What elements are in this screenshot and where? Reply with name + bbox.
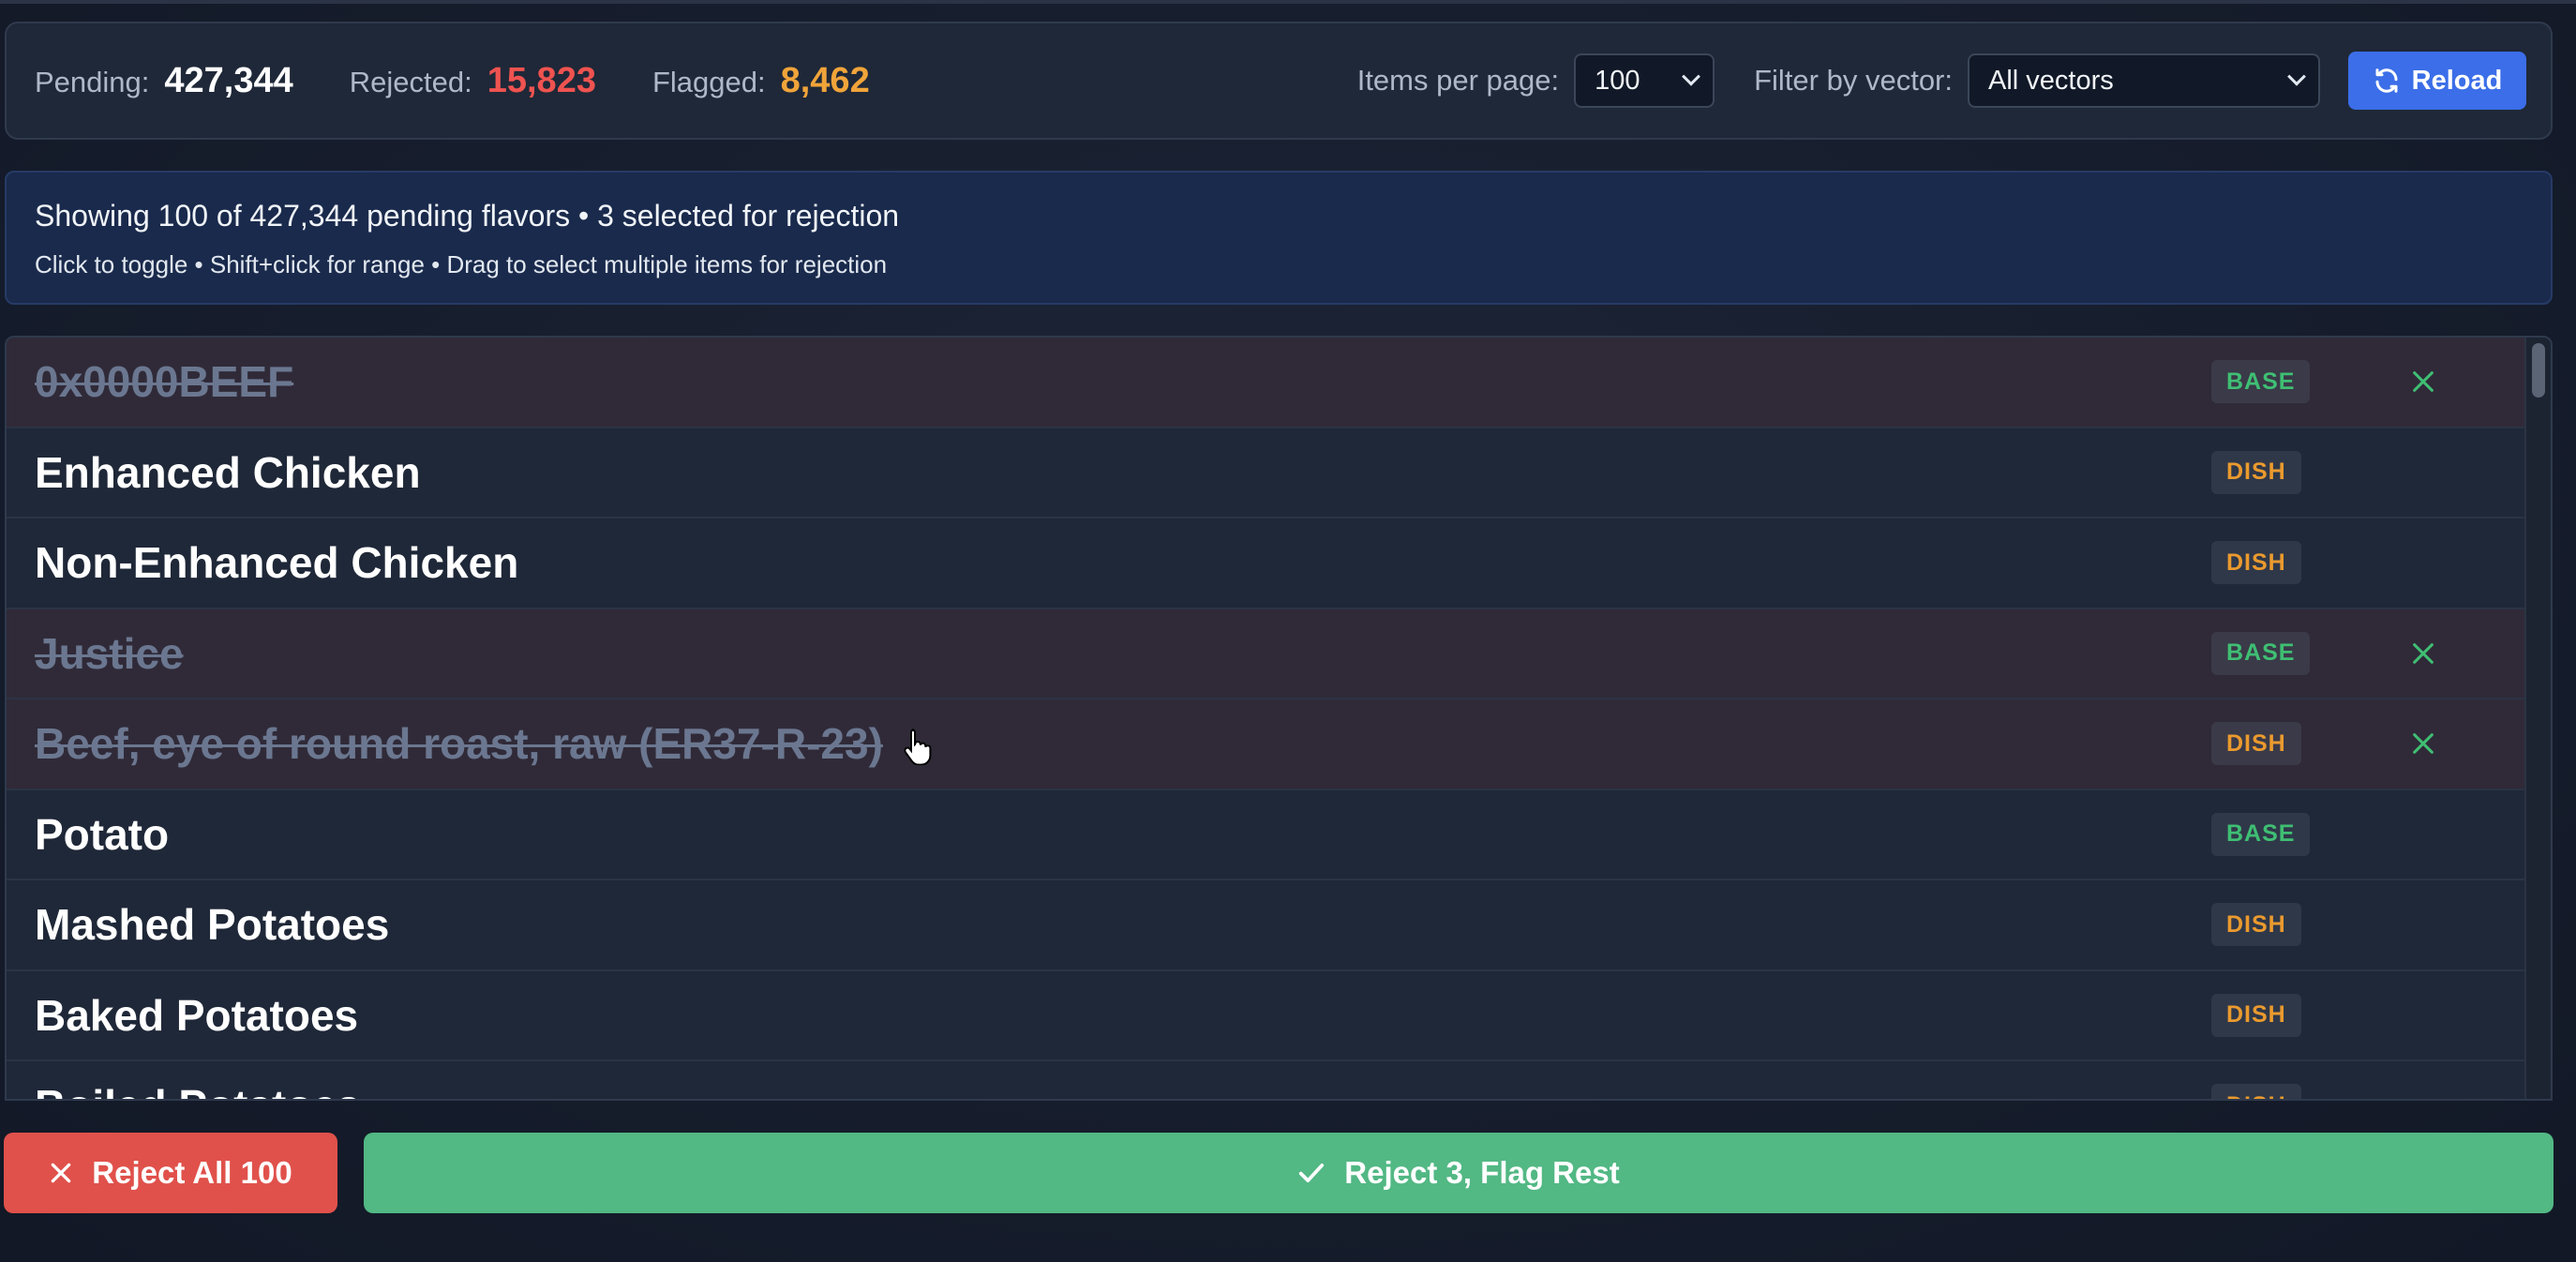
list-item[interactable]: Mashed Potatoes DISH <box>7 880 2526 971</box>
filter-vector-value: All vectors <box>1988 65 2114 96</box>
list-item[interactable]: Enhanced Chicken DISH <box>7 428 2526 518</box>
pending-label: Pending: <box>35 65 150 98</box>
vector-badge: BASE <box>2211 631 2311 675</box>
pending-count: 427,344 <box>164 60 293 100</box>
filter-vector-select[interactable]: All vectors <box>1968 53 2320 108</box>
x-icon <box>52 1163 71 1183</box>
scrollbar[interactable] <box>2524 338 2551 1099</box>
flavor-name: Mashed Potatoes <box>35 900 390 950</box>
flavor-name: Baked Potatoes <box>35 990 359 1040</box>
hand-pointer-icon <box>904 729 932 765</box>
chevron-down-icon <box>2287 67 2306 86</box>
vector-badge: DISH <box>2211 903 2301 947</box>
flavor-name: Justice <box>35 628 184 678</box>
reject-and-flag-button[interactable]: Reject 3, Flag Rest <box>364 1133 2554 1213</box>
vector-badge: BASE <box>2211 812 2311 856</box>
vector-badge: BASE <box>2211 360 2311 404</box>
stats-bar: Pending: 427,344 Rejected: 15,823 Flagge… <box>5 22 2553 140</box>
vector-badge: DISH <box>2211 722 2301 766</box>
stat-flagged: Flagged: 8,462 <box>652 61 870 101</box>
reload-label: Reload <box>2411 65 2503 96</box>
reject-flag-label: Reject 3, Flag Rest <box>1344 1155 1620 1190</box>
x-icon[interactable] <box>2410 730 2436 757</box>
stat-rejected: Rejected: 15,823 <box>350 61 596 101</box>
window-top-border <box>0 0 2576 4</box>
check-icon <box>1299 1164 1325 1182</box>
flavor-name: Potato <box>35 809 170 859</box>
vector-badge: DISH <box>2211 993 2301 1037</box>
x-icon[interactable] <box>2410 368 2436 395</box>
list-item[interactable]: Beef, eye of round roast, raw (ER37-R-23… <box>7 699 2526 790</box>
items-per-page-value: 100 <box>1595 65 1640 96</box>
reject-all-label: Reject All 100 <box>92 1155 292 1190</box>
list-item[interactable]: Non-Enhanced Chicken DISH <box>7 518 2526 609</box>
x-icon[interactable] <box>2410 640 2436 667</box>
controls: Items per page: 100 Filter by vector: Al… <box>1356 52 2526 110</box>
selection-summary: Showing 100 of 427,344 pending flavors •… <box>35 199 900 233</box>
vector-badge: DISH <box>2211 541 2301 585</box>
rejected-label: Rejected: <box>349 65 472 98</box>
list-item[interactable]: Justice BASE <box>7 608 2526 699</box>
rejected-count: 15,823 <box>487 60 596 100</box>
flavor-name: 0x0000BEEF <box>35 357 294 407</box>
refresh-icon <box>2375 68 2398 93</box>
flagged-label: Flagged: <box>651 65 766 98</box>
list-item[interactable]: Boiled Potatoes DISH <box>7 1061 2526 1099</box>
selection-info: Showing 100 of 427,344 pending flavors •… <box>5 171 2553 305</box>
flavor-name: Non-Enhanced Chicken <box>35 538 519 588</box>
flavor-name: Boiled Potatoes <box>35 1080 361 1099</box>
items-per-page-select[interactable]: 100 <box>1574 53 1715 108</box>
list-item[interactable]: Baked Potatoes DISH <box>7 971 2526 1061</box>
list-item[interactable]: 0x0000BEEF BASE <box>7 338 2526 428</box>
vector-badge: DISH <box>2211 450 2301 494</box>
reject-all-button[interactable]: Reject All 100 <box>4 1133 337 1213</box>
list-item[interactable]: Potato BASE <box>7 790 2526 880</box>
selection-hint: Click to toggle • Shift+click for range … <box>35 250 888 278</box>
flagged-count: 8,462 <box>780 60 870 100</box>
flavor-rows: 0x0000BEEF BASE Enhanced Chicken DISH Non-En… <box>7 338 2526 1099</box>
scrollbar-thumb[interactable] <box>2532 343 2545 398</box>
filter-label: Filter by vector: <box>1754 64 1953 97</box>
flavor-list[interactable]: 0x0000BEEF BASE Enhanced Chicken DISH Non-En… <box>5 336 2553 1101</box>
flavor-name: Beef, eye of round roast, raw (ER37-R-23… <box>35 719 883 769</box>
stat-pending: Pending: 427,344 <box>35 61 293 101</box>
reload-button[interactable]: Reload <box>2348 52 2526 110</box>
vector-badge: DISH <box>2211 1084 2301 1099</box>
items-per-page-label: Items per page: <box>1356 64 1560 97</box>
flavor-name: Enhanced Chicken <box>35 447 421 497</box>
chevron-down-icon <box>1682 67 1701 86</box>
